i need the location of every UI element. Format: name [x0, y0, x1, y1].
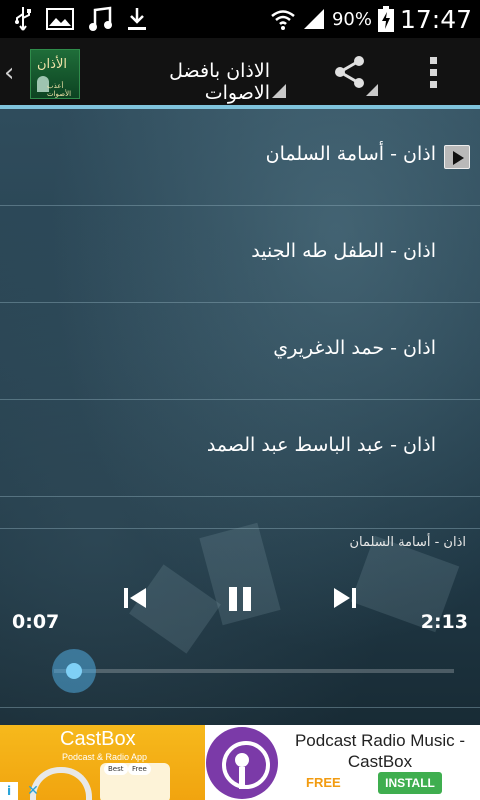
usb-icon — [14, 6, 32, 32]
ad-chip-best: Best — [104, 763, 128, 775]
previous-button[interactable] — [122, 585, 148, 611]
playlist: اذان - أسامة السلمان اذان - الطفل طه الج… — [0, 109, 480, 497]
music-note-icon — [88, 6, 112, 32]
ad-price: FREE — [306, 775, 341, 790]
ad-brand-sub: Podcast & Radio App — [62, 752, 148, 762]
list-item[interactable]: اذان - حمد الدغريري — [0, 303, 480, 400]
image-icon — [46, 8, 74, 30]
list-item-label: اذان - الطفل طه الجنيد — [251, 240, 436, 262]
app-logo-text: الأذان — [37, 57, 67, 72]
share-dropdown-corner-icon — [366, 84, 378, 96]
total-time: 2:13 — [420, 611, 468, 633]
ad-title[interactable]: Podcast Radio Music - CastBox — [285, 730, 475, 772]
castbox-app-icon[interactable] — [206, 727, 278, 799]
pause-button[interactable] — [226, 585, 254, 613]
clock: 17:47 — [399, 4, 472, 34]
seek-thumb[interactable] — [52, 649, 96, 693]
list-item-label: اذان - عبد الباسط عبد الصمد — [206, 434, 436, 456]
ad-info-icon[interactable]: i — [0, 782, 18, 800]
now-playing-title: اذان - أسامة السلمان — [349, 535, 466, 550]
play-indicator-icon — [444, 145, 470, 169]
share-icon[interactable] — [333, 55, 367, 93]
signal-icon — [302, 7, 326, 31]
install-button[interactable]: INSTALL — [378, 772, 442, 794]
chevron-left-icon[interactable]: ‹ — [4, 58, 14, 88]
seek-bar[interactable] — [54, 669, 454, 673]
ad-brand: CastBox — [60, 728, 136, 750]
next-button[interactable] — [332, 585, 358, 611]
app-logo-subtext: أعذب الأصوات — [47, 82, 72, 98]
ad-chip-free: Free — [128, 763, 151, 775]
battery-percent: 90% — [331, 8, 372, 30]
list-item[interactable]: اذان - أسامة السلمان — [0, 109, 480, 206]
ad-close-icon[interactable]: ✕ — [24, 782, 42, 800]
status-bar: 90% 17:47 — [0, 0, 480, 38]
player-divider — [0, 707, 480, 708]
list-item-label: اذان - أسامة السلمان — [265, 143, 436, 165]
dropdown-corner-icon — [272, 84, 286, 98]
app-logo[interactable]: الأذان أعذب الأصوات — [30, 49, 80, 99]
wifi-icon — [270, 7, 296, 31]
battery-charging-icon — [377, 6, 394, 32]
overflow-menu-icon[interactable] — [430, 57, 437, 88]
elapsed-time: 0:07 — [12, 611, 60, 633]
ad-image[interactable]: CastBox Podcast & Radio App Best Free i … — [0, 725, 205, 800]
list-item-label: اذان - حمد الدغريري — [273, 337, 436, 359]
list-item[interactable]: اذان - الطفل طه الجنيد — [0, 206, 480, 303]
app-title[interactable]: الاذان بافضل الاصوات — [100, 60, 270, 104]
download-icon — [126, 6, 148, 32]
list-item[interactable]: اذان - عبد الباسط عبد الصمد — [0, 400, 480, 497]
player-panel: اذان - أسامة السلمان 0:07 2:13 — [0, 528, 480, 725]
ad-banner[interactable]: CastBox Podcast & Radio App Best Free i … — [0, 725, 480, 800]
